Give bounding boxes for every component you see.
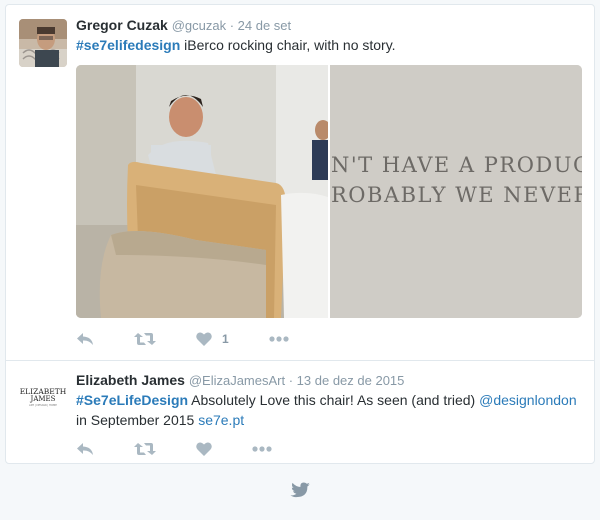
like-count: 1 bbox=[222, 332, 229, 346]
author-handle[interactable]: @ElizaJamesArt bbox=[189, 373, 285, 388]
more-button[interactable] bbox=[252, 446, 272, 452]
tweet-actions bbox=[76, 439, 312, 459]
twitter-bird-icon[interactable] bbox=[288, 482, 310, 500]
tweet-timestamp[interactable]: 24 de set bbox=[238, 18, 292, 33]
author-name[interactable]: Gregor Cuzak bbox=[76, 17, 168, 33]
reply-icon bbox=[77, 333, 93, 345]
avatar[interactable] bbox=[19, 19, 67, 67]
media-caption-line2: ROBABLY WE NEVER bbox=[331, 183, 582, 207]
tweet-media[interactable]: N'T HAVE A PRODUCT ST ROBABLY WE NEVER bbox=[76, 65, 582, 318]
retweet-icon bbox=[134, 333, 156, 345]
more-button[interactable] bbox=[269, 336, 289, 342]
media-caption-line1: N'T HAVE A PRODUCT ST bbox=[331, 153, 582, 177]
hashtag-link[interactable]: #se7elifedesign bbox=[76, 37, 180, 53]
like-button[interactable]: 1 bbox=[196, 332, 229, 346]
tweet-actions: 1 bbox=[76, 329, 329, 349]
logo-line2: JAMES bbox=[30, 395, 56, 403]
separator: · bbox=[226, 18, 238, 33]
reply-button[interactable] bbox=[76, 332, 94, 346]
tweet-body-continued: in September 2015 bbox=[76, 412, 199, 428]
retweet-button[interactable] bbox=[134, 442, 156, 456]
author-handle[interactable]: @gcuzak bbox=[172, 18, 226, 33]
url-link[interactable]: se7e.pt bbox=[198, 412, 244, 428]
tweet-timestamp[interactable]: 13 de dez de 2015 bbox=[297, 373, 405, 388]
heart-icon bbox=[196, 442, 212, 456]
heart-icon bbox=[196, 332, 212, 346]
avatar[interactable]: ELIZABETH JAMES ART | DESIGN | HOME bbox=[19, 373, 67, 421]
retweet-icon bbox=[134, 443, 156, 455]
retweet-button[interactable] bbox=[134, 332, 156, 346]
tweet[interactable]: ELIZABETH JAMES ART | DESIGN | HOME Eliz… bbox=[6, 360, 594, 465]
more-icon bbox=[269, 336, 289, 342]
more-icon bbox=[252, 446, 272, 452]
tweet-text: #se7elifedesign iBerco rocking chair, wi… bbox=[76, 35, 584, 55]
logo-tagline: ART | DESIGN | HOME bbox=[29, 403, 57, 407]
hashtag-link[interactable]: #Se7eLifeDesign bbox=[76, 392, 188, 408]
tweet-timeline: Gregor Cuzak @gcuzak · 24 de set #se7eli… bbox=[5, 4, 595, 464]
tweet[interactable]: Gregor Cuzak @gcuzak · 24 de set #se7eli… bbox=[6, 5, 594, 360]
tweet-text: #Se7eLifeDesign Absolutely Love this cha… bbox=[76, 390, 584, 430]
author-name[interactable]: Elizabeth James bbox=[76, 372, 185, 388]
tweet-body: Absolutely Love this chair! As seen (and… bbox=[188, 392, 480, 408]
reply-icon bbox=[77, 443, 93, 455]
mention-link[interactable]: @designlondon bbox=[479, 392, 577, 408]
separator: · bbox=[285, 373, 297, 388]
reply-button[interactable] bbox=[76, 442, 94, 456]
tweet-body: iBerco rocking chair, with no story. bbox=[180, 37, 396, 53]
like-button[interactable] bbox=[196, 442, 212, 456]
